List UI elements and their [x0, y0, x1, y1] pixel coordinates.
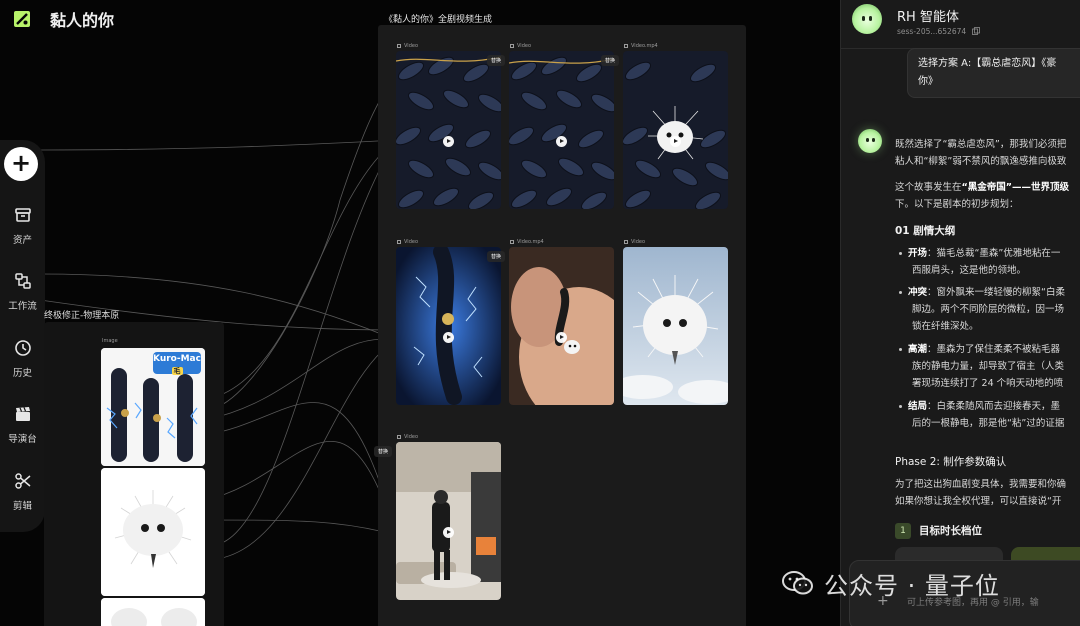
copy-icon[interactable]: [972, 27, 980, 35]
image-node-header: Image: [102, 338, 118, 344]
video-thumbnail: [396, 442, 501, 600]
intro-line-1: 既然选择了“霸总虐恋风”，那我们必须把: [895, 139, 1067, 150]
toolbar-label: 工作流: [8, 301, 37, 312]
session-id: sess-205...652674: [897, 27, 967, 36]
workflow-icon: [14, 273, 31, 289]
step-badge: 1: [895, 523, 911, 539]
video-thumbnail: [623, 51, 728, 209]
toolbar-label: 导演台: [8, 434, 37, 445]
replace-button[interactable]: 替换: [373, 446, 392, 457]
toolbar-label: 历史: [12, 368, 32, 379]
small-board[interactable]: Image Kuro-Mac 毛: [44, 322, 224, 626]
duration-option-a[interactable]: [895, 547, 1003, 561]
video-caption: Video.mp4: [624, 43, 658, 49]
small-puffs-image: [101, 598, 205, 626]
video-thumbnail: [509, 51, 614, 209]
outline-item-ending: 结局：白柔柔随风而去迎接春天，墨 后的一根静电，那是他“粘”过的证据: [899, 398, 1064, 432]
play-icon[interactable]: [670, 136, 681, 147]
outline-item-conflict: 冲突：窗外飘来一缕轻慢的柳絮“白柔 脚边。两个不同阶层的微粒，因一场 锁在纤维深…: [899, 284, 1065, 335]
video-caption: Video.mp4: [510, 239, 544, 245]
image-card-braids[interactable]: Kuro-Mac 毛: [101, 348, 205, 466]
image-card-puff[interactable]: [101, 468, 205, 596]
main-board-title: 《黏人的你》全剧视频生成: [384, 15, 493, 25]
outline-item-climax: 高潮：墨森为了保住柔柔不被粘毛器 族的静电力量，却导致了宿主（人类 署现场连续打…: [899, 341, 1064, 392]
agent-name: RH 智能体: [897, 10, 959, 25]
story-line-2: 下。以下是剧本的初步规划：: [895, 199, 1019, 210]
play-icon[interactable]: [443, 332, 454, 343]
phase-line-2: 如果你想让我全权代理，可以直接说“开: [895, 496, 1062, 507]
video-caption: Video: [624, 239, 645, 245]
watermark-text: 公众号 · 量子位: [824, 571, 1000, 600]
duration-option-b[interactable]: [1011, 547, 1080, 561]
replace-button[interactable]: 替换: [486, 55, 505, 66]
logo-sub: 毛: [171, 367, 183, 375]
video-thumbnail: [623, 247, 728, 405]
video-thumbnail: [396, 51, 501, 209]
toolbar-item-history[interactable]: 历史: [0, 339, 45, 379]
toolbar-label: 资产: [12, 235, 32, 246]
video-caption: Video: [510, 43, 531, 49]
watermark: 公众号 · 量子位: [782, 566, 1000, 600]
bot-avatar: [858, 129, 882, 153]
small-board-title: 终极修正-物理本原: [44, 311, 120, 321]
clapperboard-icon: [15, 407, 30, 421]
play-icon[interactable]: [556, 136, 567, 147]
clock-icon: [14, 340, 31, 356]
replace-button[interactable]: 替换: [600, 55, 619, 66]
toolbar-item-edit[interactable]: 剪辑: [0, 472, 45, 512]
outline-item-opening: 开场：猫毛总裁“墨森”优雅地粘在一 西服肩头，这是他的领地。: [899, 245, 1060, 279]
user-message: 选择方案 A:【霸总虐恋风】《豪 你》: [907, 48, 1080, 98]
image-card-puffs-small[interactable]: [101, 598, 205, 626]
toolbar-item-workflow[interactable]: 工作流: [0, 272, 45, 312]
scissors-icon: [14, 473, 30, 489]
intro-line-2: 粘人和“柳絮”弱不禁风的飘逸感推向极致: [895, 156, 1067, 167]
play-icon[interactable]: [443, 527, 454, 538]
archive-icon: [14, 208, 31, 222]
play-icon[interactable]: [443, 136, 454, 147]
play-icon[interactable]: [556, 332, 567, 343]
main-board[interactable]: Video Video 替换 Video.mp4 替换 Video Video.…: [373, 25, 746, 626]
add-button[interactable]: +: [4, 147, 38, 181]
wechat-icon: [782, 571, 813, 595]
logo-text: Kuro-Mac: [153, 354, 201, 364]
toolbar-item-director[interactable]: 导演台: [0, 405, 45, 445]
outline-title: 01 剧情大纲: [895, 225, 956, 237]
story-line-1: 这个故事发生在“黑金帝国”——世界顶级: [895, 182, 1070, 193]
video-thumbnail: [509, 247, 614, 405]
toolbar-item-assets[interactable]: 资产: [0, 206, 45, 246]
video-caption: Video: [397, 434, 418, 440]
video-thumbnail: [396, 247, 501, 405]
phase-line-1: 为了把这出狗血剧变具体，我需要和你确: [895, 479, 1067, 490]
white-puff-image: [101, 468, 205, 596]
step-label: 目标时长档位: [919, 525, 982, 537]
replace-button[interactable]: 替换: [486, 251, 505, 262]
video-caption: Video: [397, 239, 418, 245]
left-toolbar: + 资产 工作流 历史 导演台 剪辑: [0, 140, 45, 532]
agent-avatar: [852, 4, 882, 34]
chat-panel: RH 智能体 sess-205...652674 选择方案 A:【霸总虐恋风】《…: [840, 0, 1080, 626]
toolbar-label: 剪辑: [12, 501, 32, 512]
video-caption: Video: [397, 43, 418, 49]
phase-title: Phase 2: 制作参数确认: [895, 456, 1007, 468]
